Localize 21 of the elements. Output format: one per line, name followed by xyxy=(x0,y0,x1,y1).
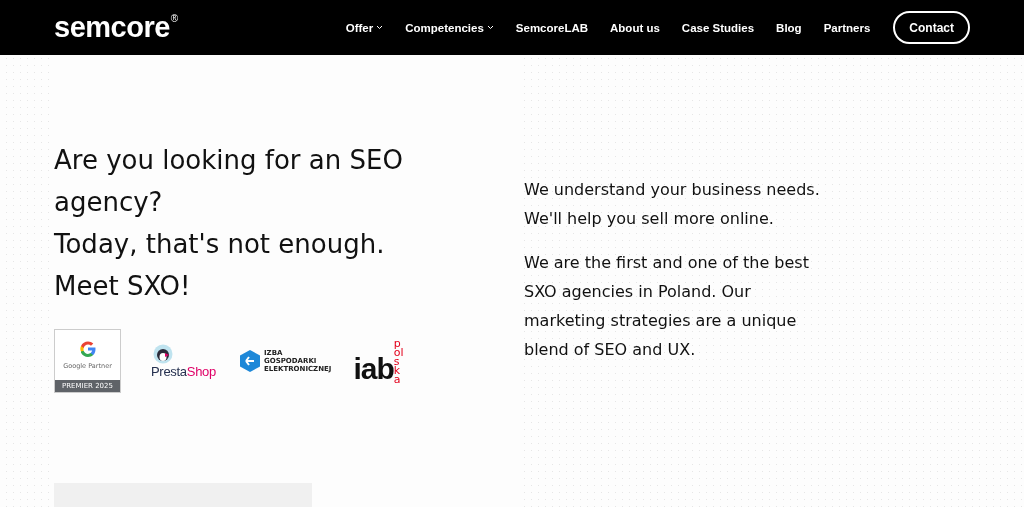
nav-link[interactable]: Case Studies xyxy=(670,21,766,34)
iab-logo-text: iab xyxy=(353,353,394,384)
nav-link[interactable]: Offer xyxy=(334,21,395,34)
chevron-down-icon xyxy=(376,25,384,30)
nav-link[interactable]: SemcoreLAB xyxy=(504,21,600,34)
headline: Meet SXO! xyxy=(54,270,192,303)
intro-paragraph: We are the first and one of the best SXO agencies in Poland. Our marketing strategies are a unique blend of SEO and UX. xyxy=(524,252,810,361)
intro-paragraph: We understand your business needs. We'll help you sell more online. xyxy=(524,179,821,230)
contact-button[interactable]: Contact xyxy=(893,11,970,44)
prestashop-logo: PrestaShop xyxy=(151,363,216,379)
logo[interactable]: semcore® xyxy=(54,11,178,44)
nav-link[interactable]: Partners xyxy=(812,21,882,34)
headline: Are you looking for an SEO agency? xyxy=(54,144,404,219)
puffin-icon xyxy=(153,343,173,364)
polska-logo-text: polska xyxy=(393,338,405,384)
g-logo-icon xyxy=(78,340,97,358)
chevron-down-icon xyxy=(486,25,494,30)
nav-link[interactable]: Competencies xyxy=(394,21,505,34)
nav-link[interactable]: About us xyxy=(599,21,671,34)
headline: Today, that's not enough. xyxy=(54,228,386,261)
nav-link[interactable]: Blog xyxy=(765,21,813,34)
